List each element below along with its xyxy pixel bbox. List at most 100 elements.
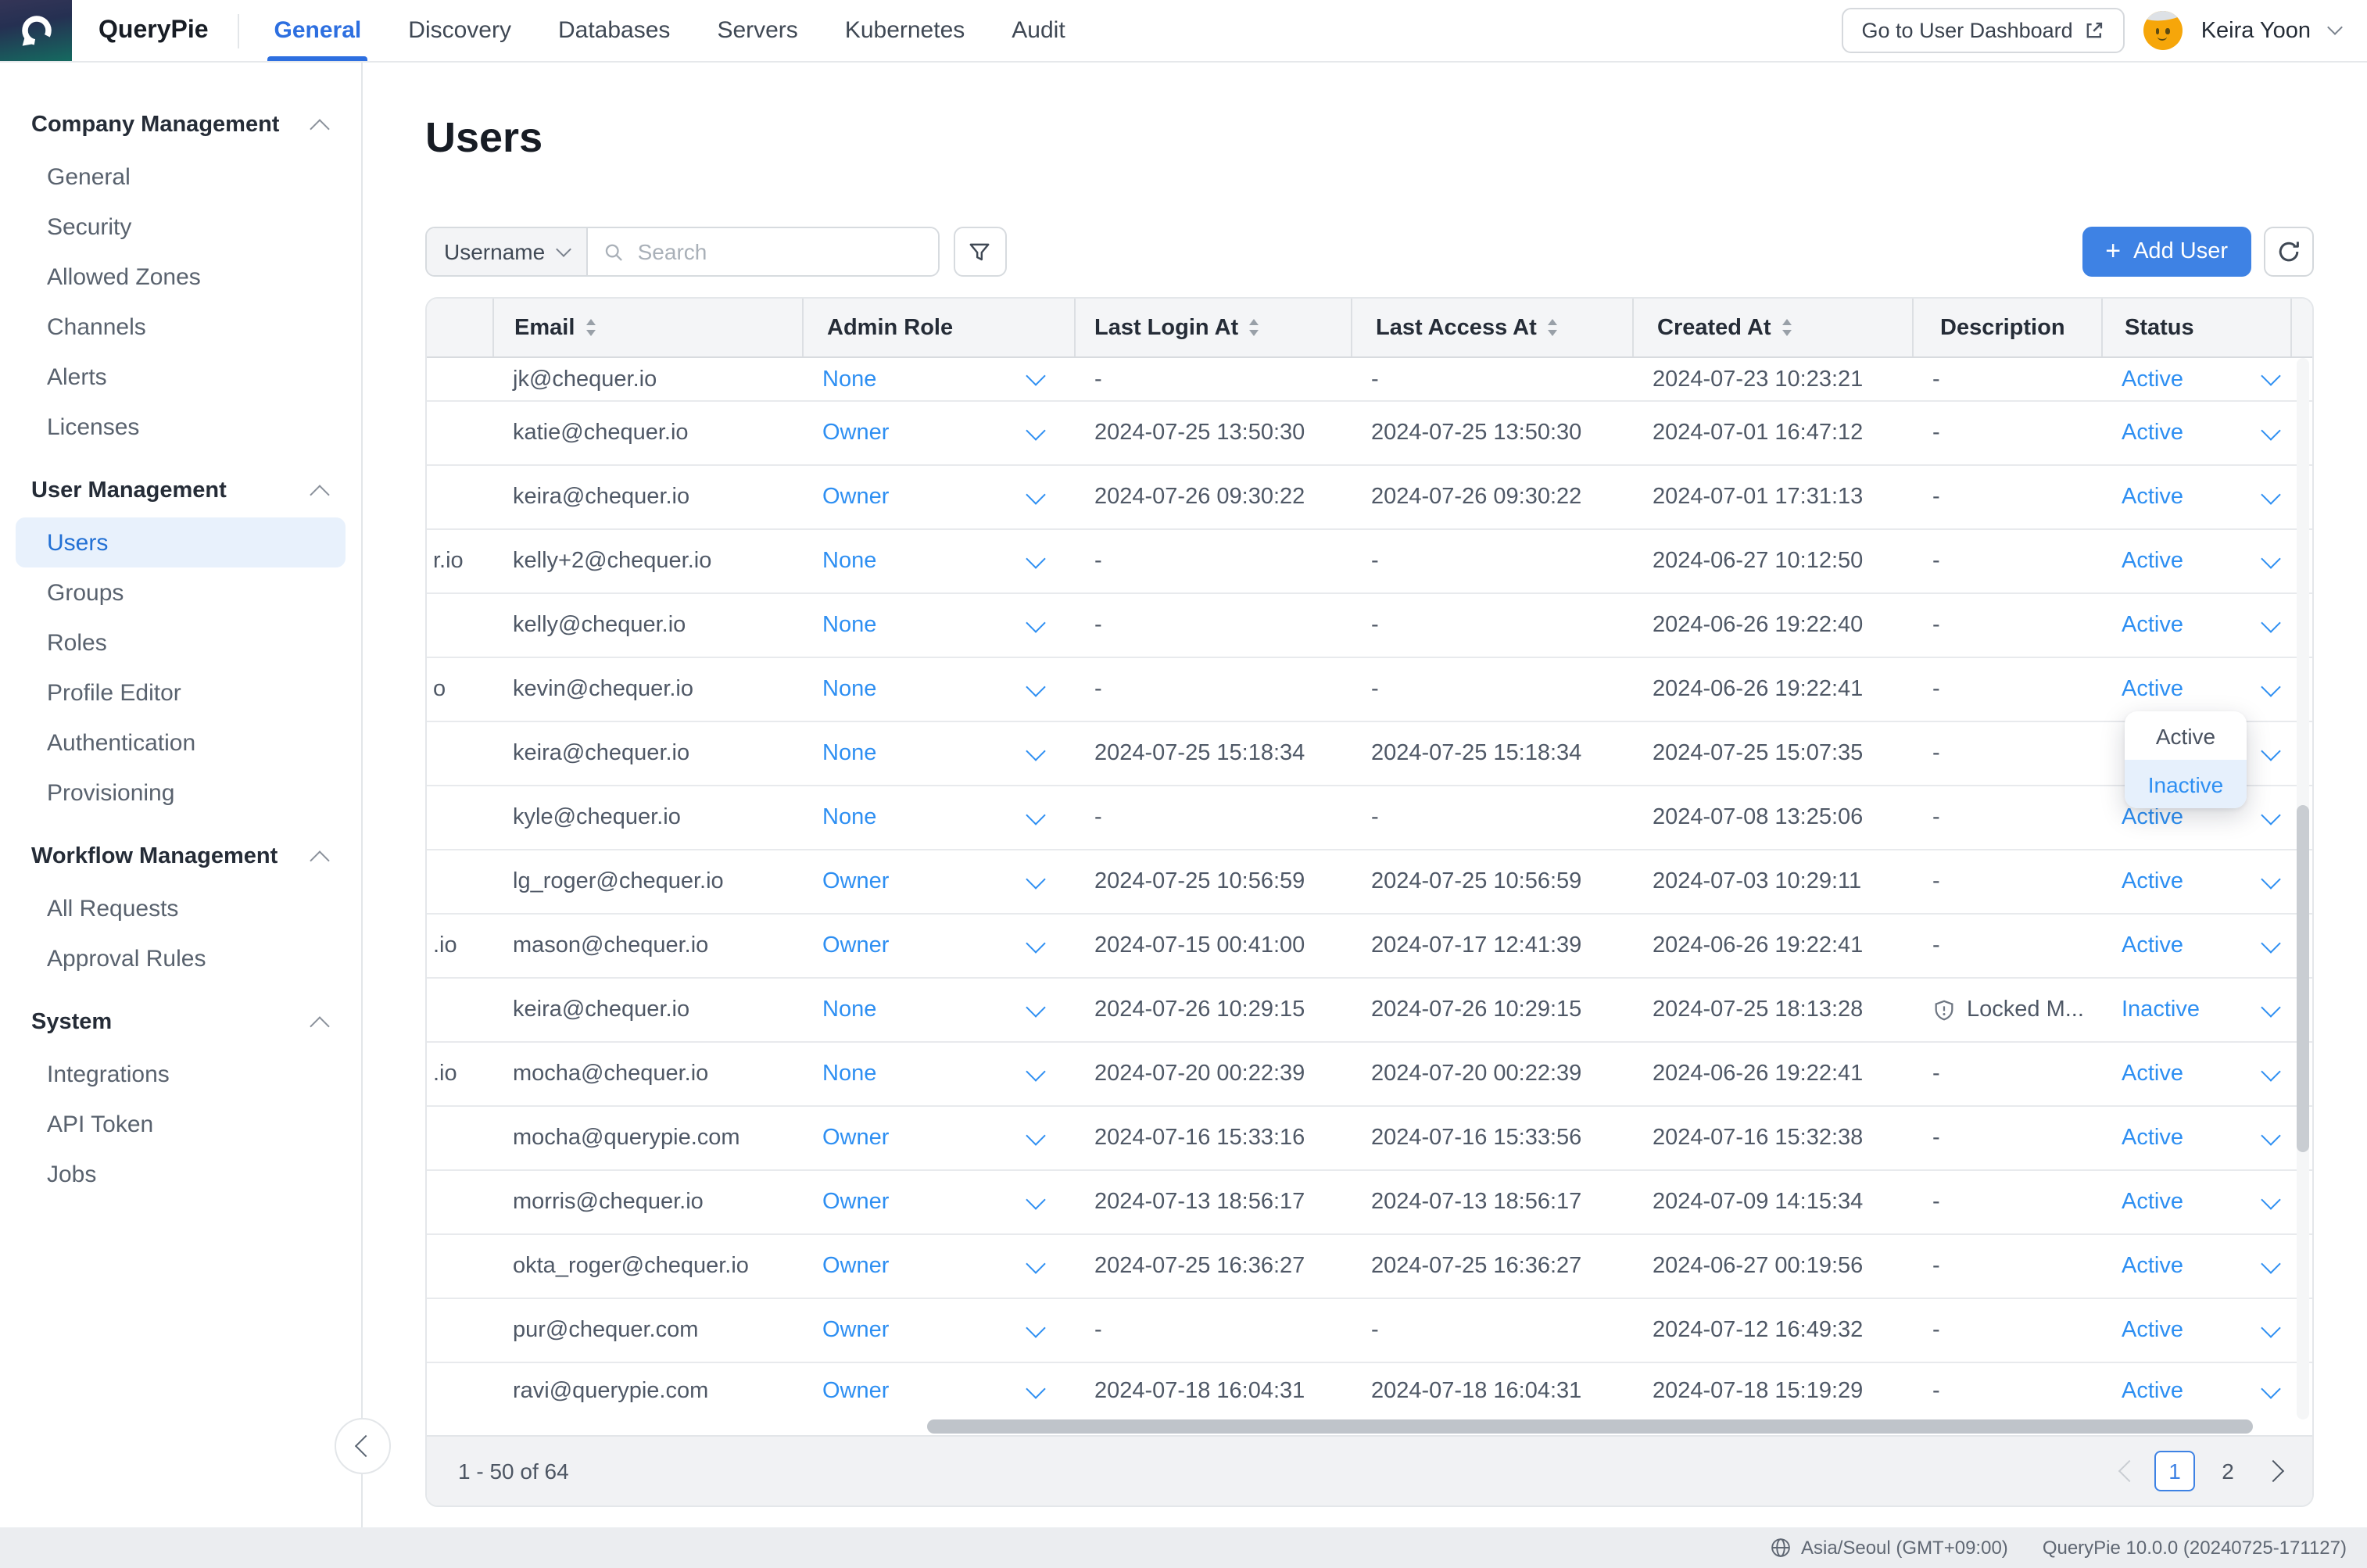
dropdown-option-active[interactable]: Active — [2125, 711, 2247, 760]
sidebar-item-roles[interactable]: Roles — [0, 618, 361, 668]
admin-role-select[interactable]: None — [802, 722, 1074, 785]
column-header-created-at[interactable]: Created At — [1632, 299, 1912, 356]
sidebar-item-groups[interactable]: Groups — [0, 567, 361, 618]
username-fragment-cell — [427, 358, 492, 400]
sidebar-item-authentication[interactable]: Authentication — [0, 718, 361, 768]
search-input[interactable] — [635, 238, 922, 266]
sidebar-item-api-token[interactable]: API Token — [0, 1099, 361, 1149]
admin-role-select[interactable]: Owner — [802, 1363, 1074, 1419]
brand-title: QueryPie — [98, 16, 209, 45]
table-row: ravi@querypie.comOwner2024-07-18 16:04:3… — [427, 1363, 2312, 1419]
chevron-down-icon[interactable] — [2327, 20, 2343, 35]
status-select[interactable]: Active — [2101, 1171, 2312, 1233]
sort-icon — [1782, 320, 1792, 336]
nav-tab-databases[interactable]: Databases — [558, 0, 670, 61]
table-row: kyle@chequer.ioNone--2024-07-08 13:25:06… — [427, 786, 2312, 850]
sidebar-section-header-company-management[interactable]: Company Management — [0, 108, 361, 142]
sidebar-item-alerts[interactable]: Alerts — [0, 352, 361, 402]
last-login-cell: 2024-07-25 15:18:34 — [1074, 722, 1351, 785]
sidebar-item-security[interactable]: Security — [0, 202, 361, 252]
sidebar-item-all-requests[interactable]: All Requests — [0, 883, 361, 933]
avatar[interactable] — [2143, 11, 2183, 50]
admin-role-select[interactable]: None — [802, 786, 1074, 849]
admin-role-select[interactable]: Owner — [802, 1299, 1074, 1362]
admin-role-select[interactable]: None — [802, 979, 1074, 1041]
horizontal-scrollbar-thumb[interactable] — [927, 1419, 2253, 1434]
sidebar-section-header-user-management[interactable]: User Management — [0, 474, 361, 508]
refresh-button[interactable] — [2264, 227, 2314, 277]
status-select[interactable]: Active — [2101, 594, 2312, 657]
sidebar-item-general[interactable]: General — [0, 152, 361, 202]
admin-role-select[interactable]: None — [802, 594, 1074, 657]
admin-role-value: None — [822, 549, 876, 574]
status-select[interactable]: Active — [2101, 402, 2312, 464]
sidebar-item-integrations[interactable]: Integrations — [0, 1049, 361, 1099]
page-button-2[interactable]: 2 — [2208, 1451, 2248, 1491]
column-header-last-login-at[interactable]: Last Login At — [1074, 299, 1351, 356]
vertical-scrollbar-thumb[interactable] — [2297, 805, 2309, 1152]
status-select[interactable]: Active — [2101, 850, 2312, 913]
email-cell: kyle@chequer.io — [492, 786, 802, 849]
dropdown-option-inactive[interactable]: Inactive — [2125, 760, 2247, 808]
admin-role-select[interactable]: Owner — [802, 1171, 1074, 1233]
status-select[interactable]: Active — [2101, 1363, 2312, 1419]
status-select[interactable]: Active — [2101, 1299, 2312, 1362]
last-login-cell: 2024-07-15 00:41:00 — [1074, 915, 1351, 977]
last-access-cell: 2024-07-26 10:29:15 — [1351, 979, 1632, 1041]
nav-tab-general[interactable]: General — [274, 0, 362, 61]
admin-role-select[interactable]: Owner — [802, 466, 1074, 528]
user-menu-name[interactable]: Keira Yoon — [2201, 18, 2311, 43]
last-access-cell: 2024-07-25 13:50:30 — [1351, 402, 1632, 464]
status-select[interactable]: Inactive — [2101, 979, 2312, 1041]
nav-tab-discovery[interactable]: Discovery — [408, 0, 511, 61]
description-value: - — [1932, 367, 1940, 392]
sidebar-item-profile-editor[interactable]: Profile Editor — [0, 668, 361, 718]
search-field-select[interactable]: Username — [427, 228, 587, 275]
status-select[interactable]: Active — [2101, 1235, 2312, 1298]
last-access-cell: 2024-07-20 00:22:39 — [1351, 1043, 1632, 1105]
add-user-button[interactable]: + Add User — [2082, 227, 2251, 277]
admin-role-select[interactable]: None — [802, 1043, 1074, 1105]
sidebar-item-jobs[interactable]: Jobs — [0, 1149, 361, 1199]
previous-page-button[interactable] — [2118, 1460, 2140, 1482]
status-select[interactable]: Active — [2101, 466, 2312, 528]
filter-button[interactable] — [953, 227, 1006, 277]
sidebar-item-allowed-zones[interactable]: Allowed Zones — [0, 252, 361, 302]
sidebar-item-channels[interactable]: Channels — [0, 302, 361, 352]
description-cell: - — [1912, 1171, 2101, 1233]
admin-role-select[interactable]: None — [802, 358, 1074, 400]
last-access-cell: 2024-07-17 12:41:39 — [1351, 915, 1632, 977]
sidebar-item-licenses[interactable]: Licenses — [0, 402, 361, 452]
status-select[interactable]: Active — [2101, 915, 2312, 977]
page-button-1[interactable]: 1 — [2154, 1451, 2195, 1491]
admin-role-select[interactable]: Owner — [802, 850, 1074, 913]
status-select[interactable]: Active — [2101, 358, 2312, 400]
admin-role-select[interactable]: Owner — [802, 915, 1074, 977]
column-header-last-access-at[interactable]: Last Access At — [1351, 299, 1632, 356]
sidebar-item-provisioning[interactable]: Provisioning — [0, 768, 361, 818]
sidebar-item-approval-rules[interactable]: Approval Rules — [0, 933, 361, 983]
admin-role-select[interactable]: None — [802, 530, 1074, 592]
nav-tab-kubernetes[interactable]: Kubernetes — [845, 0, 965, 61]
sidebar-section-user-management: User Management UsersGroupsRolesProfile E… — [0, 474, 361, 818]
next-page-button[interactable] — [2262, 1460, 2284, 1482]
admin-role-select[interactable]: None — [802, 658, 1074, 721]
status-value: Active — [2122, 367, 2183, 392]
go-to-user-dashboard-button[interactable]: Go to User Dashboard — [1842, 8, 2125, 53]
admin-role-select[interactable]: Owner — [802, 1107, 1074, 1169]
status-select[interactable]: Active — [2101, 1043, 2312, 1105]
sidebar-section-header-system[interactable]: System — [0, 1005, 361, 1040]
nav-tab-audit[interactable]: Audit — [1012, 0, 1065, 61]
admin-role-select[interactable]: Owner — [802, 402, 1074, 464]
status-select[interactable]: Active — [2101, 530, 2312, 592]
sidebar-collapse-button[interactable] — [335, 1418, 391, 1474]
last-access-cell: - — [1351, 530, 1632, 592]
admin-role-select[interactable]: Owner — [802, 1235, 1074, 1298]
sidebar-item-users[interactable]: Users — [16, 517, 346, 567]
status-value: Active — [2122, 421, 2183, 446]
nav-tab-servers[interactable]: Servers — [717, 0, 797, 61]
sidebar-section-header-workflow-management[interactable]: Workflow Management — [0, 839, 361, 874]
column-header-email[interactable]: Email — [492, 299, 802, 356]
table-row: keira@chequer.ioNone2024-07-26 10:29:152… — [427, 979, 2312, 1043]
status-select[interactable]: Active — [2101, 1107, 2312, 1169]
